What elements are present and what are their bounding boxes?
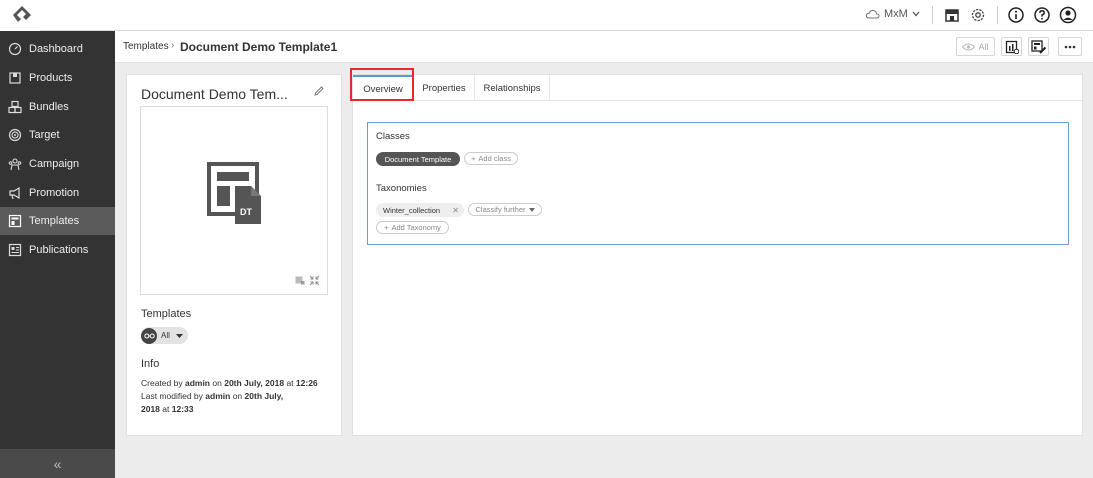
publications-icon (8, 243, 22, 257)
view-all-label: All (978, 41, 989, 52)
templates-section-label: Templates (141, 308, 192, 320)
classify-further-dropdown[interactable]: Classify further (468, 203, 542, 216)
sidebar-item-label: Promotion (29, 187, 80, 199)
sidebar-collapse-button[interactable]: « (0, 449, 115, 478)
sidebar-item-campaign[interactable]: Campaign (0, 150, 115, 178)
sidebar-item-label: Products (29, 72, 73, 84)
sidebar-item-label: Dashboard (29, 43, 83, 55)
tab-bar: Overview Properties Relationships (353, 75, 1082, 101)
edit-template-button[interactable] (1028, 37, 1049, 56)
plus-icon: + (471, 154, 476, 163)
sidebar-item-label: Bundles (29, 101, 69, 113)
plus-icon: + (384, 223, 389, 232)
double-chevron-left-icon: « (53, 455, 62, 472)
divider (997, 6, 998, 24)
sidebar-item-label: Templates (29, 215, 80, 227)
divider (932, 6, 933, 24)
info-section-label: Info (141, 358, 160, 370)
sidebar-item-products[interactable]: Products (0, 64, 115, 92)
template-edit-icon (1030, 39, 1046, 54)
sidebar-item-templates[interactable]: Templates (0, 207, 115, 235)
sidebar-item-target[interactable]: Target (0, 121, 115, 149)
bundles-stack-icon (8, 100, 22, 114)
template-detail-panel: Overview Properties Relationships Classe… (352, 74, 1083, 436)
top-bar: MxM (0, 0, 1093, 31)
document-template-icon: DT (207, 162, 261, 224)
help-icon[interactable] (1033, 6, 1051, 24)
sidebar-item-publications[interactable]: Publications (0, 236, 115, 264)
templates-filter-value: All (161, 331, 170, 340)
shop-icon[interactable] (943, 6, 961, 24)
sidebar-item-dashboard[interactable]: Dashboard (0, 35, 115, 63)
page-title: Document Demo Template1 (180, 40, 338, 54)
sidebar-item-label: Publications (29, 244, 89, 256)
info-icon[interactable] (1007, 6, 1025, 24)
eye-icon (962, 43, 976, 50)
classes-heading: Classes (376, 131, 410, 142)
user-avatar-icon[interactable] (1059, 6, 1077, 24)
pencil-edit-icon[interactable] (313, 85, 325, 97)
ellipsis-icon (1064, 45, 1076, 48)
tab-properties[interactable]: Properties (414, 75, 475, 101)
logo-icon (13, 6, 31, 22)
template-title: Document Demo Tem... (141, 86, 288, 102)
classification-box: Classes Document Template + Add class Ta… (367, 122, 1069, 245)
app-logo[interactable] (0, 0, 40, 31)
template-preview: DT (140, 106, 328, 295)
templates-filter-dropdown[interactable]: All (141, 327, 188, 344)
breadcrumb: Templates › Document Demo Template1 All (115, 31, 1093, 63)
sidebar-item-promotion[interactable]: Promotion (0, 179, 115, 207)
templates-icon (8, 214, 22, 228)
view-mode-icon[interactable] (295, 276, 305, 285)
workspace-switcher[interactable]: MxM (866, 8, 920, 20)
breadcrumb-parent-link[interactable]: Templates (123, 41, 169, 52)
breadcrumb-separator: › (171, 40, 175, 51)
class-chip[interactable]: Document Template (376, 152, 460, 166)
created-info: Created by admin on 20th July, 2018 at 1… (141, 378, 318, 388)
more-options-button[interactable] (1058, 37, 1082, 56)
promotion-megaphone-icon (9, 186, 20, 200)
settings-gear-icon[interactable] (969, 6, 987, 24)
remove-x-icon[interactable]: ✕ (452, 206, 459, 215)
modified-info-cont: 2018 at 12:33 (141, 404, 194, 414)
target-icon (8, 128, 22, 142)
workspace-label: MxM (884, 8, 908, 20)
caret-down-icon (528, 207, 535, 212)
taxonomy-chip[interactable]: Winter_collection ✕ (376, 203, 464, 217)
sidebar-item-bundles[interactable]: Bundles (0, 93, 115, 121)
modified-info: Last modified by admin on 20th July, (141, 391, 284, 401)
dashboard-gauge-icon (8, 42, 22, 56)
taxonomies-heading: Taxonomies (376, 183, 427, 194)
add-taxonomy-button[interactable]: + Add Taxonomy (376, 221, 449, 234)
preview-badge: DT (240, 207, 252, 217)
products-box-icon (9, 72, 21, 84)
sidebar-item-label: Target (29, 129, 60, 141)
glasses-icon (141, 327, 157, 344)
add-class-button[interactable]: + Add class (464, 152, 518, 165)
tab-relationships[interactable]: Relationships (475, 75, 550, 101)
overview-tab-highlight (350, 68, 414, 101)
view-all-button[interactable]: All (956, 37, 995, 56)
sidebar: Dashboard Products Bundles Target Campai… (0, 31, 115, 478)
cloud-icon (866, 9, 880, 18)
report-chart-icon (1005, 40, 1019, 54)
collapse-arrows-icon[interactable] (309, 275, 320, 286)
report-button[interactable] (1001, 37, 1022, 56)
sidebar-item-label: Campaign (29, 158, 80, 170)
chevron-down-icon (912, 11, 920, 17)
template-summary-panel: Document Demo Tem... DT Templates All In… (126, 74, 342, 436)
caret-down-icon (175, 333, 183, 338)
campaign-people-icon (8, 158, 22, 171)
